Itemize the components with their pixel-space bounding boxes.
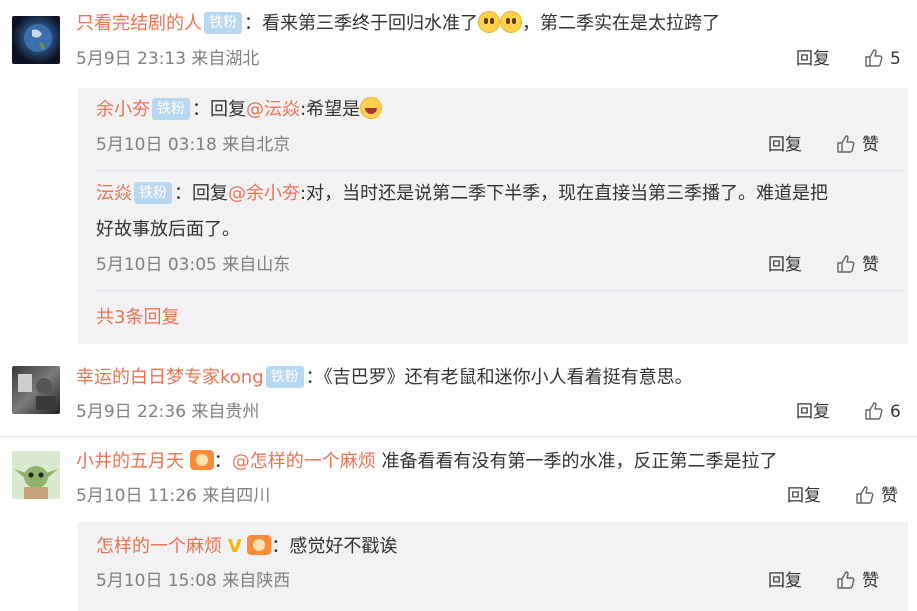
comment-text: ：《吉巴罗》还有老鼠和迷你小人看着挺有意思。: [305, 367, 693, 388]
reply-prefix: ：回复: [174, 183, 228, 204]
user-name-link[interactable]: 沄焱: [96, 183, 132, 204]
reply-button[interactable]: 回复: [796, 49, 830, 69]
comment-colon: ：: [213, 451, 232, 472]
comment-text: 准备看看有没有第一季的水准，反正第二季是拉了: [375, 451, 778, 472]
like-button[interactable]: 赞: [855, 486, 898, 506]
fan-badge[interactable]: 铁粉: [265, 366, 304, 388]
thumbs-up-icon: [837, 255, 855, 273]
reply-meta: 5月10日 03:18 来自北京: [96, 135, 291, 155]
like-count: 5: [890, 49, 901, 69]
comment-item: 只看完结剧的人 铁粉 ：看来第三季终于回归水准了 ，第二季实在是太拉跨了 5月9日 2…: [0, 0, 917, 345]
thumbs-up-icon: [837, 135, 855, 153]
thumbs-up-icon: [865, 49, 883, 67]
comment-text: ：看来第三季终于回归水准了: [244, 13, 478, 34]
like-button[interactable]: 赞: [836, 255, 879, 275]
reply-button[interactable]: 回复: [768, 255, 802, 275]
reply-text: :对，当时还是说第二季下半季，现在直接当第三季播了。难道是把: [300, 183, 829, 204]
earth-avatar-icon: [24, 24, 52, 52]
like-label: 赞: [862, 135, 879, 155]
avatar[interactable]: [12, 16, 60, 64]
reply-actions: 回复 赞: [768, 253, 879, 277]
reply-content: 怎样的一个麻烦 V ：感觉好不戳诶: [96, 534, 397, 560]
comment-actions: 回复 5: [796, 47, 901, 71]
user-name-link[interactable]: 怎样的一个麻烦: [96, 536, 222, 557]
thumbs-up-icon: [856, 486, 874, 504]
mention-link[interactable]: @沄焱: [246, 99, 300, 120]
user-name-link[interactable]: 只看完结剧的人: [76, 13, 202, 34]
comment-meta: 5月10日 11:26 来自四川: [76, 486, 271, 506]
mention-link[interactable]: @余小夯: [228, 183, 300, 204]
reply-meta: 5月10日 15:08 来自陕西: [96, 571, 291, 591]
reply-content: 余小夯 铁粉 ：回复@沄焱:希望是: [96, 97, 383, 123]
more-replies-link[interactable]: 共3条回复: [96, 305, 179, 331]
verified-v-icon: V: [227, 536, 242, 557]
cute-face-emoji-icon: [478, 11, 500, 33]
comment-content: 只看完结剧的人 铁粉 ：看来第三季终于回归水准了 ，第二季实在是太拉跨了: [76, 11, 720, 37]
comment-text-tail: ，第二季实在是太拉跨了: [522, 13, 720, 34]
reply-meta: 5月10日 03:05 来自山东: [96, 255, 291, 275]
comment-actions: 回复 赞: [787, 484, 898, 508]
cute-face-emoji-icon: [500, 11, 522, 33]
reply-button[interactable]: 回复: [768, 571, 802, 591]
reply-content: 沄焱 铁粉 ：回复@余小夯:对，当时还是说第二季下半季，现在直接当第三季播了。难道是…: [96, 181, 828, 207]
reply-prefix: ：回复: [192, 99, 246, 120]
like-label: 赞: [862, 571, 879, 591]
comment-item: 幸运的白日梦专家kong 铁粉 ：《吉巴罗》还有老鼠和迷你小人看着挺有意思。 5月9…: [0, 352, 917, 432]
comment-actions: 回复 6: [796, 400, 901, 424]
like-button[interactable]: 6: [864, 402, 901, 422]
user-name-link[interactable]: 幸运的白日梦专家kong: [76, 367, 264, 388]
user-name-link[interactable]: 小井的五月天: [76, 451, 184, 472]
reply-text-continued: 好故事放后面了。: [96, 219, 240, 240]
user-name-link[interactable]: 余小夯: [96, 99, 150, 120]
like-button[interactable]: 赞: [836, 135, 879, 155]
reply-text: :希望是: [300, 99, 361, 120]
like-button[interactable]: 赞: [836, 571, 879, 591]
divider: [96, 290, 906, 291]
mention-link[interactable]: @怎样的一个麻烦: [232, 451, 376, 472]
like-label: 赞: [881, 486, 898, 506]
fan-level-badge-icon[interactable]: [189, 450, 214, 470]
fan-badge[interactable]: 铁粉: [134, 182, 172, 204]
photo-avatar-icon: [18, 374, 56, 410]
comment-item: 小井的五月天 ：@怎样的一个麻烦 准备看看有没有第一季的水准，反正第二季是拉了 …: [0, 437, 917, 611]
laugh-emoji-icon: [360, 97, 383, 119]
like-button[interactable]: 5: [864, 49, 901, 69]
comment-content: 幸运的白日梦专家kong 铁粉 ：《吉巴罗》还有老鼠和迷你小人看着挺有意思。: [76, 365, 693, 391]
reply-actions: 回复 赞: [768, 569, 879, 593]
comment-meta: 5月9日 23:13 来自湖北: [76, 49, 260, 69]
reply-actions: 回复 赞: [768, 133, 879, 157]
avatar[interactable]: [12, 366, 60, 414]
reply-button[interactable]: 回复: [787, 486, 821, 506]
fan-badge[interactable]: 铁粉: [152, 98, 190, 120]
like-label: 赞: [862, 255, 879, 275]
reply-text: ：感觉好不戳诶: [271, 536, 398, 557]
divider: [96, 170, 906, 171]
fan-badge[interactable]: 铁粉: [204, 12, 242, 34]
reply-button[interactable]: 回复: [768, 135, 802, 155]
fan-level-badge-icon[interactable]: [247, 535, 272, 555]
comment-content: 小井的五月天 ：@怎样的一个麻烦 准备看看有没有第一季的水准，反正第二季是拉了: [76, 449, 777, 475]
thumbs-up-icon: [837, 571, 855, 589]
reply-button[interactable]: 回复: [796, 402, 830, 422]
reply-thread: [78, 88, 908, 344]
avatar[interactable]: [12, 451, 60, 499]
thumbs-up-icon: [865, 402, 883, 420]
comment-meta: 5月9日 22:36 来自贵州: [76, 402, 260, 422]
yoda-avatar-icon: [14, 466, 58, 499]
like-count: 6: [890, 402, 901, 422]
